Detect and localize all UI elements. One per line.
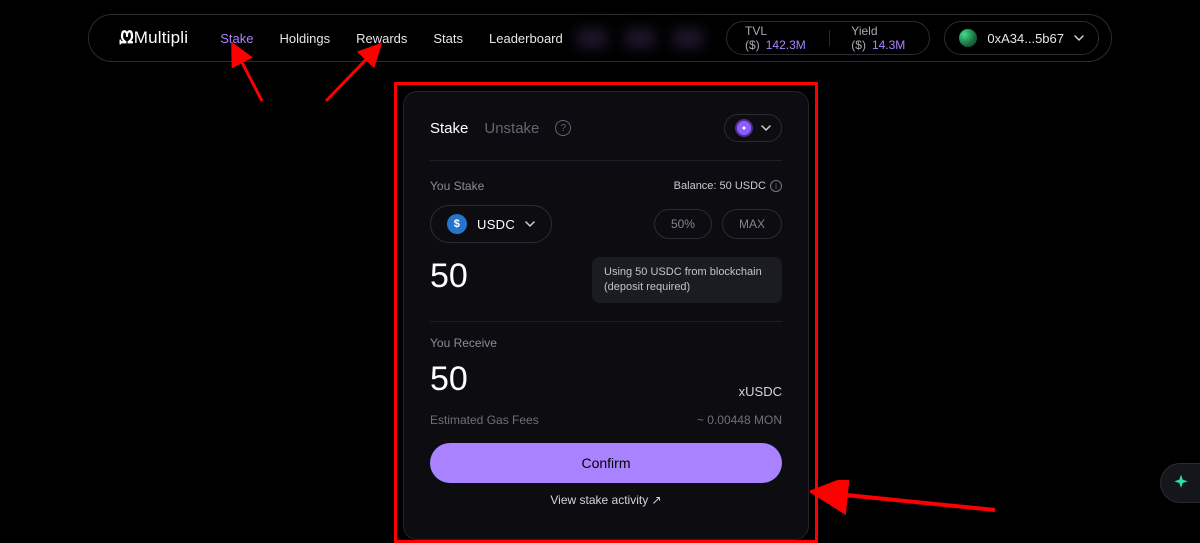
tvl-value: 142.3M bbox=[766, 38, 806, 52]
network-icon bbox=[735, 119, 753, 137]
wallet-button[interactable]: 0xA34...5b67 bbox=[944, 21, 1099, 55]
usdc-icon: $ bbox=[447, 214, 467, 234]
nav-rewards[interactable]: Rewards bbox=[356, 31, 407, 46]
yield-value: 14.3M bbox=[872, 38, 905, 52]
chevron-down-icon bbox=[761, 123, 771, 133]
help-icon[interactable]: ? bbox=[555, 120, 571, 136]
brand-text: Multipli bbox=[134, 28, 189, 48]
receive-symbol: xUSDC bbox=[739, 384, 782, 399]
nav-leaderboard[interactable]: Leaderboard bbox=[489, 31, 563, 46]
annotation-arrow-confirm bbox=[810, 480, 1000, 520]
tab-unstake[interactable]: Unstake bbox=[484, 120, 539, 137]
yield-label: Yield ($)14.3M bbox=[851, 24, 911, 52]
stake-amount-input[interactable]: 50 bbox=[430, 257, 468, 296]
top-nav: ᘻMultipli Stake Holdings Rewards Stats L… bbox=[88, 14, 1112, 62]
view-stake-activity-link[interactable]: View stake activity ↗ bbox=[430, 493, 782, 507]
blurred-mini-stats: ——— bbox=[563, 20, 718, 56]
you-receive-label: You Receive bbox=[430, 336, 497, 350]
deposit-tooltip: Using 50 USDC from blockchain (deposit r… bbox=[592, 257, 782, 303]
nav-stats[interactable]: Stats bbox=[433, 31, 463, 46]
tvl-label: TVL ($)142.3M bbox=[745, 24, 807, 52]
tabs-row: Stake Unstake ? bbox=[430, 114, 782, 161]
spark-icon bbox=[1171, 473, 1191, 493]
wallet-avatar-icon bbox=[959, 29, 977, 47]
nav-links: Stake Holdings Rewards Stats Leaderboard bbox=[220, 31, 563, 46]
wallet-address: 0xA34...5b67 bbox=[987, 31, 1064, 46]
brand-logo: ᘻMultipli bbox=[119, 28, 188, 48]
tvl-yield-pill: TVL ($)142.3M Yield ($)14.3M bbox=[726, 21, 930, 55]
chevron-down-icon bbox=[525, 219, 535, 229]
floating-action-button[interactable] bbox=[1160, 463, 1200, 503]
nav-stake[interactable]: Stake bbox=[220, 31, 253, 46]
gas-label: Estimated Gas Fees bbox=[430, 413, 539, 427]
receive-amount: 50 bbox=[430, 360, 468, 399]
pct-max-button[interactable]: MAX bbox=[722, 209, 782, 239]
pct-50-button[interactable]: 50% bbox=[654, 209, 712, 239]
nav-holdings[interactable]: Holdings bbox=[279, 31, 330, 46]
confirm-button[interactable]: Confirm bbox=[430, 443, 782, 483]
asset-picker[interactable]: $ USDC bbox=[430, 205, 552, 243]
network-picker[interactable] bbox=[724, 114, 782, 142]
you-stake-label: You Stake bbox=[430, 179, 484, 193]
asset-symbol: USDC bbox=[477, 217, 515, 232]
gas-value: ~ 0.00448 MON bbox=[697, 413, 782, 427]
stake-card: Stake Unstake ? You Stake Balance: 50 US… bbox=[403, 91, 809, 540]
tab-stake[interactable]: Stake bbox=[430, 120, 468, 137]
annotation-highlight-box: Stake Unstake ? You Stake Balance: 50 US… bbox=[394, 82, 818, 543]
balance-label: Balance: 50 USDC i bbox=[674, 180, 782, 192]
chevron-down-icon bbox=[1074, 33, 1084, 43]
info-icon[interactable]: i bbox=[770, 180, 782, 192]
